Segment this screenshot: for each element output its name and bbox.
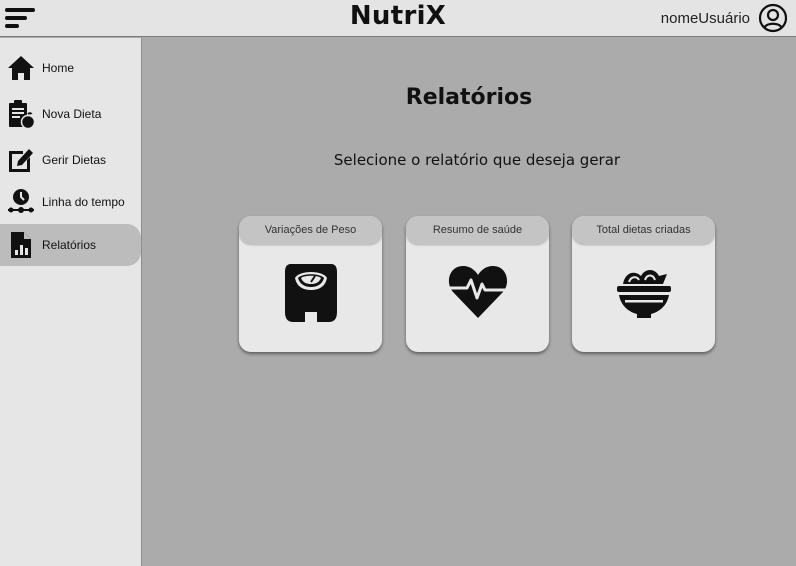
scale-icon bbox=[239, 262, 382, 324]
user-circle-icon bbox=[758, 3, 788, 33]
user-name: nomeUsuário bbox=[660, 9, 750, 27]
home-icon bbox=[6, 53, 36, 83]
sidebar-item-linha-do-tempo[interactable]: Linha do tempo bbox=[0, 181, 141, 223]
heart-pulse-icon bbox=[406, 262, 549, 320]
user-menu[interactable]: nomeUsuário bbox=[661, 2, 788, 34]
sidebar-item-relatorios[interactable]: Relatórios bbox=[0, 224, 141, 266]
page-subtitle: Selecione o relatório que deseja gerar bbox=[333, 151, 621, 169]
edit-document-icon bbox=[6, 145, 36, 175]
report-card-variacoes-peso[interactable]: Variações de Peso bbox=[239, 216, 382, 352]
report-chart-icon bbox=[6, 230, 36, 260]
sidebar-item-label: Relatórios bbox=[42, 238, 97, 252]
sidebar-item-label: Home bbox=[42, 61, 75, 75]
sidebar-item-gerir-dietas[interactable]: Gerir Dietas bbox=[0, 139, 141, 181]
hamburger-menu-icon[interactable] bbox=[5, 6, 35, 30]
card-title: Variações de Peso bbox=[239, 216, 382, 244]
sidebar-item-label: Linha do tempo bbox=[42, 195, 125, 209]
sidebar-item-nova-dieta[interactable]: Nova Dieta bbox=[0, 93, 141, 135]
sidebar-item-label: Gerir Dietas bbox=[42, 153, 107, 167]
clipboard-apple-icon bbox=[6, 99, 36, 129]
report-card-total-dietas[interactable]: Total dietas criadas bbox=[572, 216, 715, 352]
sidebar-item-label: Nova Dieta bbox=[42, 107, 102, 121]
sidebar-item-home[interactable]: Home bbox=[0, 47, 141, 89]
card-title: Resumo de saúde bbox=[406, 216, 549, 244]
card-title: Total dietas criadas bbox=[572, 216, 715, 244]
timeline-icon bbox=[6, 187, 36, 217]
top-bar: NutriX nomeUsuário bbox=[0, 0, 796, 37]
report-card-resumo-saude[interactable]: Resumo de saúde bbox=[406, 216, 549, 352]
page-title: Relatórios bbox=[405, 85, 533, 110]
sidebar: Home Nova Dieta Gerir Dietas Linha do te… bbox=[0, 38, 142, 566]
salad-bowl-icon bbox=[572, 262, 715, 320]
